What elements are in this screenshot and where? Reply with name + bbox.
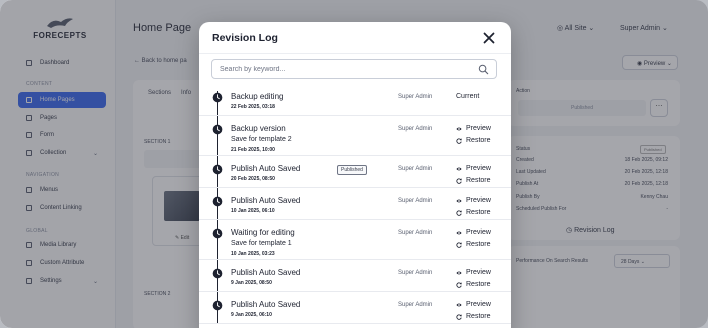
- clock-icon: [212, 92, 223, 103]
- revision-author: Super Admin: [398, 302, 433, 308]
- restore-link[interactable]: Restore: [456, 209, 491, 216]
- eye-icon: [456, 231, 462, 234]
- clock-icon: [212, 300, 223, 311]
- clock-icon: [212, 268, 223, 279]
- eye-icon: [456, 199, 462, 202]
- eye-icon: [456, 127, 462, 130]
- restore-link[interactable]: Restore: [456, 177, 491, 184]
- preview-link[interactable]: Preview: [456, 269, 491, 276]
- revision-date: 20 Feb 2025, 08:50: [231, 176, 275, 182]
- restore-label: Restore: [466, 209, 491, 216]
- revision-entry: Backup editing 22 Feb 2025, 03:18 Super …: [199, 84, 511, 116]
- revision-author: Super Admin: [398, 198, 433, 204]
- revision-log-modal: Revision Log Backup editing 22 Feb 2025,…: [199, 22, 511, 328]
- clock-icon: [212, 196, 223, 207]
- revision-entry: Backup version Save for template 2 21 Fe…: [199, 116, 511, 156]
- published-badge: Published: [337, 165, 367, 175]
- revision-note: Save for template 2: [231, 136, 292, 143]
- restore-icon: [456, 209, 462, 216]
- revision-date: 10 Jan 2025, 03:23: [231, 251, 275, 257]
- revision-author: Super Admin: [398, 270, 433, 276]
- revision-author: Super Admin: [398, 94, 433, 100]
- revision-entry: Publish Auto Saved 9 Jan 2025, 06:10 Sup…: [199, 292, 511, 324]
- modal-header: Revision Log: [199, 22, 511, 54]
- revision-title: Backup editing: [231, 92, 284, 101]
- preview-label: Preview: [466, 165, 491, 172]
- preview-link[interactable]: Preview: [456, 197, 491, 204]
- clock-icon: [212, 124, 223, 135]
- restore-icon: [456, 281, 462, 288]
- restore-label: Restore: [466, 137, 491, 144]
- revision-note: Save for template 1: [231, 240, 292, 247]
- revision-title: Publish Auto Saved: [231, 164, 301, 173]
- revision-date: 22 Feb 2025, 03:18: [231, 104, 275, 110]
- timeline-line: [217, 220, 218, 259]
- revision-title: Backup version: [231, 124, 286, 133]
- close-icon[interactable]: [481, 30, 497, 46]
- restore-link[interactable]: Restore: [456, 137, 491, 144]
- preview-label: Preview: [466, 229, 491, 236]
- search-input[interactable]: [220, 63, 470, 76]
- search-icon[interactable]: [478, 64, 489, 75]
- restore-label: Restore: [466, 177, 491, 184]
- revision-entry: Publish Auto Saved 10 Jan 2025, 06:10 Su…: [199, 188, 511, 220]
- restore-link[interactable]: Restore: [456, 313, 491, 320]
- current-label: Current: [456, 93, 480, 100]
- restore-label: Restore: [466, 241, 491, 248]
- revision-author: Super Admin: [398, 126, 433, 132]
- timeline-line: [217, 116, 218, 155]
- revision-title: Publish Auto Saved: [231, 268, 301, 277]
- revision-title: Waiting for editing: [231, 228, 295, 237]
- revision-entry: Publish Auto Saved 9 Jan 2025, 08:50 Sup…: [199, 260, 511, 292]
- revision-date: 10 Jan 2025, 06:10: [231, 208, 275, 214]
- eye-icon: [456, 303, 462, 306]
- restore-label: Restore: [466, 313, 491, 320]
- preview-label: Preview: [466, 269, 491, 276]
- revision-date: 9 Jan 2025, 06:10: [231, 312, 272, 318]
- revision-title: Publish Auto Saved: [231, 196, 301, 205]
- preview-link[interactable]: Preview: [456, 301, 491, 308]
- modal-title: Revision Log: [212, 32, 278, 44]
- revision-author: Super Admin: [398, 166, 433, 172]
- search-box: [211, 59, 497, 79]
- revision-list: Backup editing 22 Feb 2025, 03:18 Super …: [199, 84, 511, 324]
- revision-title: Publish Auto Saved: [231, 300, 301, 309]
- restore-icon: [456, 137, 462, 144]
- restore-icon: [456, 313, 462, 320]
- eye-icon: [456, 271, 462, 274]
- revision-date: 9 Jan 2025, 08:50: [231, 280, 272, 286]
- restore-link[interactable]: Restore: [456, 241, 491, 248]
- eye-icon: [456, 167, 462, 170]
- preview-label: Preview: [466, 125, 491, 132]
- preview-link[interactable]: Preview: [456, 165, 491, 172]
- restore-icon: [456, 241, 462, 248]
- clock-icon: [212, 228, 223, 239]
- restore-icon: [456, 177, 462, 184]
- revision-author: Super Admin: [398, 230, 433, 236]
- restore-label: Restore: [466, 281, 491, 288]
- revision-entry: Publish Auto Saved Published 20 Feb 2025…: [199, 156, 511, 188]
- preview-label: Preview: [466, 301, 491, 308]
- revision-date: 21 Feb 2025, 10:00: [231, 147, 275, 153]
- preview-label: Preview: [466, 197, 491, 204]
- revision-entry: Waiting for editing Save for template 1 …: [199, 220, 511, 260]
- clock-icon: [212, 164, 223, 175]
- preview-link[interactable]: Preview: [456, 125, 491, 132]
- preview-link[interactable]: Preview: [456, 229, 491, 236]
- restore-link[interactable]: Restore: [456, 281, 491, 288]
